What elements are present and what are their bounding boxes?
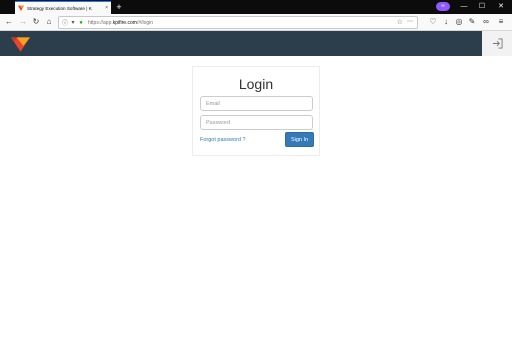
- browser-navbar: ← → ↻ ⌂ ⓘ ▾ ● https://app.kpifire.com/#/…: [0, 14, 512, 31]
- account-icon[interactable]: ◎: [454, 17, 464, 27]
- app-header: [0, 31, 512, 56]
- lock-icon[interactable]: ●: [78, 20, 84, 26]
- kpifire-logo-icon[interactable]: [11, 36, 30, 52]
- sign-in-icon: [492, 38, 503, 49]
- extension-icon[interactable]: ∞: [436, 2, 450, 11]
- menu-icon[interactable]: ≡: [496, 17, 506, 27]
- kpifire-favicon-icon: [18, 5, 24, 11]
- downloads-icon[interactable]: ↓: [441, 17, 451, 27]
- close-window-button[interactable]: ✕: [493, 1, 509, 13]
- login-title: Login: [238, 76, 274, 92]
- shield-icon[interactable]: ▾: [70, 19, 76, 26]
- reload-icon[interactable]: ↻: [31, 17, 41, 27]
- minimize-button[interactable]: —: [456, 1, 472, 13]
- mask-icon[interactable]: ∞: [481, 17, 491, 27]
- email-field[interactable]: [200, 96, 313, 111]
- tools-icon[interactable]: ✎: [467, 17, 477, 27]
- browser-tab[interactable]: Strategy Execution Software | K ×: [15, 1, 111, 14]
- new-tab-button[interactable]: +: [114, 1, 124, 13]
- back-icon[interactable]: ←: [4, 17, 14, 27]
- login-panel: Login Forgot password ? Sign In: [192, 66, 320, 156]
- maximize-button[interactable]: ☐: [474, 1, 490, 13]
- browser-tab-strip: Strategy Execution Software | K × + ∞ — …: [0, 0, 512, 14]
- bookmark-star-icon[interactable]: ☆: [397, 18, 403, 26]
- info-icon[interactable]: ⓘ: [62, 18, 68, 27]
- forward-icon[interactable]: →: [18, 17, 28, 27]
- login-redirect-button[interactable]: [482, 31, 512, 56]
- password-field[interactable]: [200, 115, 313, 130]
- tab-close-icon[interactable]: ×: [105, 5, 108, 11]
- url-text: https://app.kpifire.com/#/login: [88, 19, 154, 26]
- pocket-icon[interactable]: ♡: [428, 17, 438, 27]
- forgot-password-link[interactable]: Forgot password ?: [200, 137, 246, 143]
- tab-title: Strategy Execution Software | K: [27, 5, 92, 11]
- page-actions-icon[interactable]: ⋯: [407, 18, 413, 25]
- sign-in-button[interactable]: Sign In: [285, 132, 314, 147]
- url-bar[interactable]: ⓘ ▾ ● https://app.kpifire.com/#/login ☆ …: [58, 16, 418, 29]
- home-icon[interactable]: ⌂: [44, 17, 54, 27]
